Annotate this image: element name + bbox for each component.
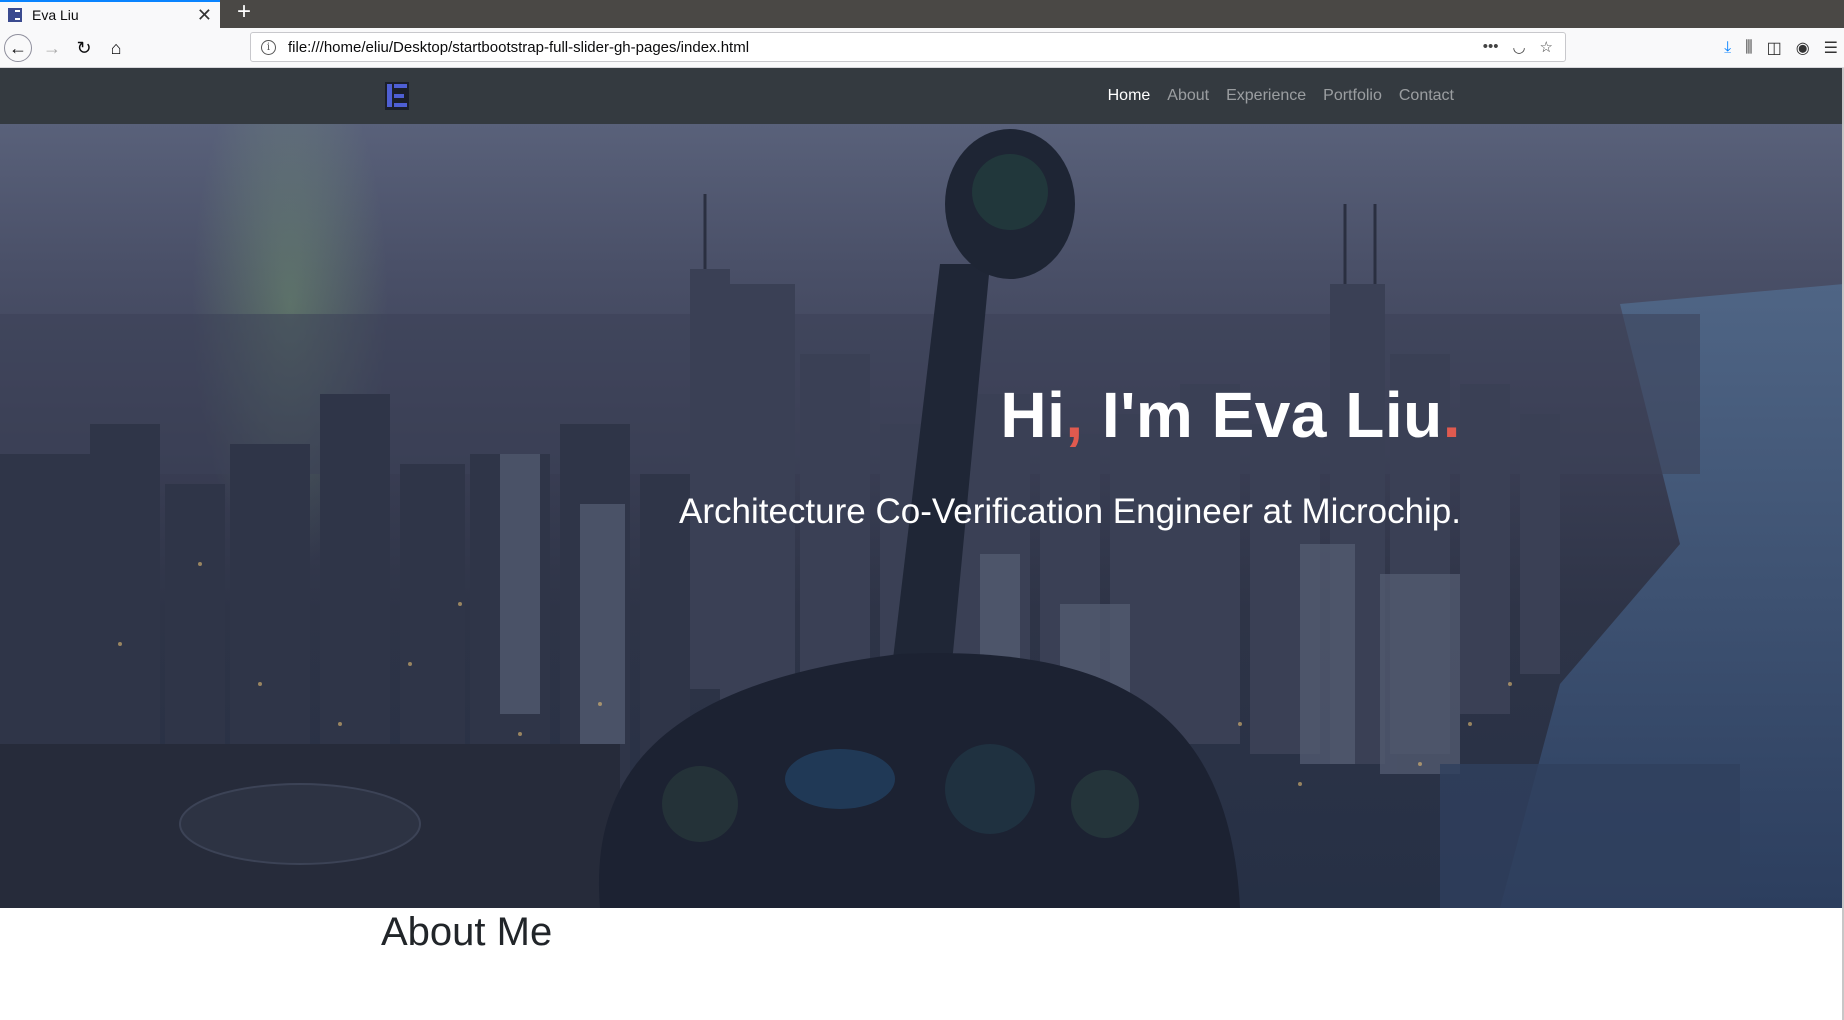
site-favicon-icon bbox=[8, 8, 22, 22]
pocket-icon[interactable]: ◡ bbox=[1512, 38, 1525, 56]
hero-heading: Hi, I'm Eva Liu. bbox=[1000, 378, 1461, 452]
address-bar[interactable]: i file:///home/eliu/Desktop/startbootstr… bbox=[250, 32, 1566, 62]
tab-title: Eva Liu bbox=[32, 7, 79, 23]
hero-comma: , bbox=[1065, 379, 1084, 451]
account-icon[interactable]: ◉ bbox=[1796, 38, 1810, 58]
browser-tab[interactable]: Eva Liu ✕ bbox=[0, 0, 220, 28]
nav-link-experience[interactable]: Experience bbox=[1226, 87, 1306, 105]
reload-icon[interactable]: ↻ bbox=[70, 34, 98, 62]
hero-name: I'm Eva Liu bbox=[1083, 379, 1443, 451]
info-icon[interactable]: i bbox=[261, 39, 276, 55]
menu-icon[interactable]: ☰ bbox=[1824, 38, 1838, 58]
library-icon[interactable]: ⫼ bbox=[1745, 39, 1752, 57]
page-viewport: Home About Experience Portfolio Contact bbox=[0, 68, 1844, 1020]
new-tab-button[interactable]: + bbox=[232, 0, 256, 24]
hero-subtitle: Architecture Co-Verification Engineer at… bbox=[678, 492, 1461, 531]
sidebar-icon[interactable]: ◫ bbox=[1767, 38, 1782, 58]
nav-link-about[interactable]: About bbox=[1167, 87, 1209, 105]
brand-logo-icon[interactable] bbox=[385, 82, 409, 110]
forward-icon[interactable]: → bbox=[38, 34, 66, 62]
close-tab-icon[interactable]: ✕ bbox=[197, 6, 212, 24]
hero-period: . bbox=[1442, 379, 1461, 451]
site-nav-links: Home About Experience Portfolio Contact bbox=[1108, 68, 1454, 124]
browser-tabstrip: Eva Liu ✕ + bbox=[0, 0, 1844, 28]
hero-greeting: Hi bbox=[1000, 379, 1066, 451]
back-icon[interactable]: ← bbox=[4, 34, 32, 62]
nav-link-contact[interactable]: Contact bbox=[1399, 87, 1454, 105]
more-icon[interactable]: ••• bbox=[1483, 38, 1499, 56]
browser-toolbar: ← → ↻ ⌂ i file:///home/eliu/Desktop/star… bbox=[0, 28, 1844, 68]
home-icon[interactable]: ⌂ bbox=[102, 34, 130, 62]
nav-link-home[interactable]: Home bbox=[1108, 87, 1151, 105]
download-icon[interactable]: ⤓ bbox=[1724, 39, 1731, 57]
about-heading: About Me bbox=[381, 910, 553, 954]
hero-section: Hi, I'm Eva Liu. Architecture Co-Verific… bbox=[0, 124, 1844, 908]
star-icon[interactable]: ☆ bbox=[1540, 38, 1553, 56]
nav-link-portfolio[interactable]: Portfolio bbox=[1323, 87, 1382, 105]
site-navbar: Home About Experience Portfolio Contact bbox=[0, 68, 1844, 124]
url-text[interactable]: file:///home/eliu/Desktop/startbootstrap… bbox=[288, 39, 1483, 56]
